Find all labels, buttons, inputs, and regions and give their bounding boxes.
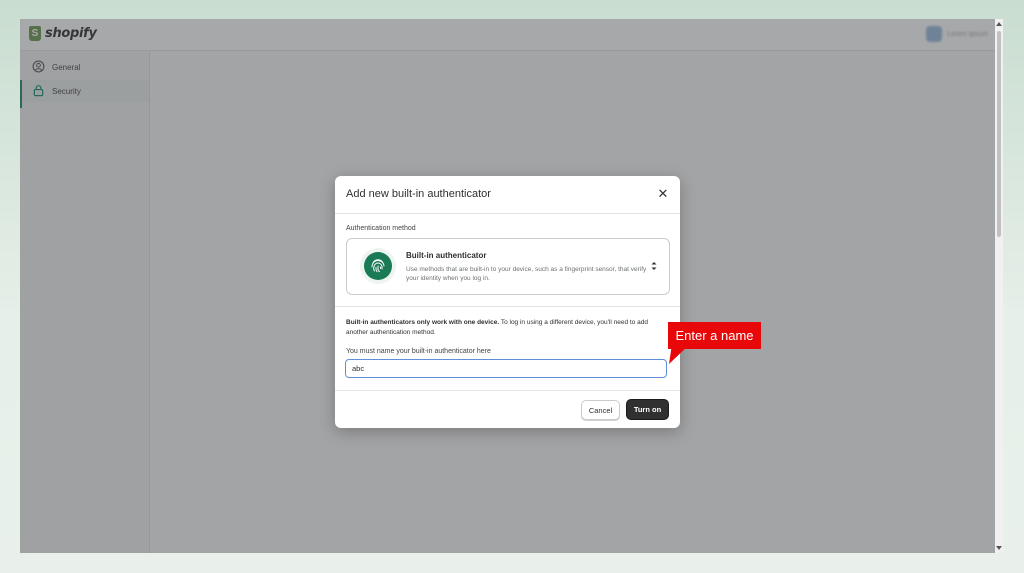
turn-on-button[interactable]: Turn on [626, 399, 669, 420]
fingerprint-icon [371, 259, 385, 273]
authentication-method-select[interactable]: Built-in authenticator Use methods that … [346, 238, 670, 295]
close-icon: ✕ [657, 186, 669, 201]
device-warning: Built-in authenticators only work with o… [346, 318, 671, 338]
warning-bold-text: Built-in authenticators only work with o… [346, 319, 500, 326]
method-section: Authentication method Built-in authentic… [335, 214, 680, 307]
select-arrows-icon [651, 262, 657, 270]
method-title: Built-in authenticator [406, 251, 487, 260]
instruction-callout: Enter a name [668, 322, 761, 349]
close-button[interactable]: ✕ [655, 186, 671, 202]
modal-title: Add new built-in authenticator [346, 188, 491, 200]
modal-header: Add new built-in authenticator ✕ [335, 176, 680, 214]
name-section: Built-in authenticators only work with o… [335, 307, 680, 391]
scroll-down-arrow-icon[interactable] [996, 546, 1002, 550]
scroll-thumb[interactable] [997, 31, 1001, 237]
name-field-label: You must name your built-in authenticato… [346, 348, 491, 355]
method-label: Authentication method [346, 225, 416, 232]
authenticator-name-input[interactable] [345, 359, 667, 378]
add-authenticator-modal: Add new built-in authenticator ✕ Authent… [335, 176, 680, 428]
fingerprint-background [364, 252, 392, 280]
fingerprint-badge [360, 248, 396, 284]
scroll-up-arrow-icon[interactable] [996, 22, 1002, 26]
method-description: Use methods that are built-in to your de… [406, 266, 647, 282]
cancel-button[interactable]: Cancel [581, 400, 620, 420]
page-scrollbar[interactable] [995, 19, 1003, 553]
